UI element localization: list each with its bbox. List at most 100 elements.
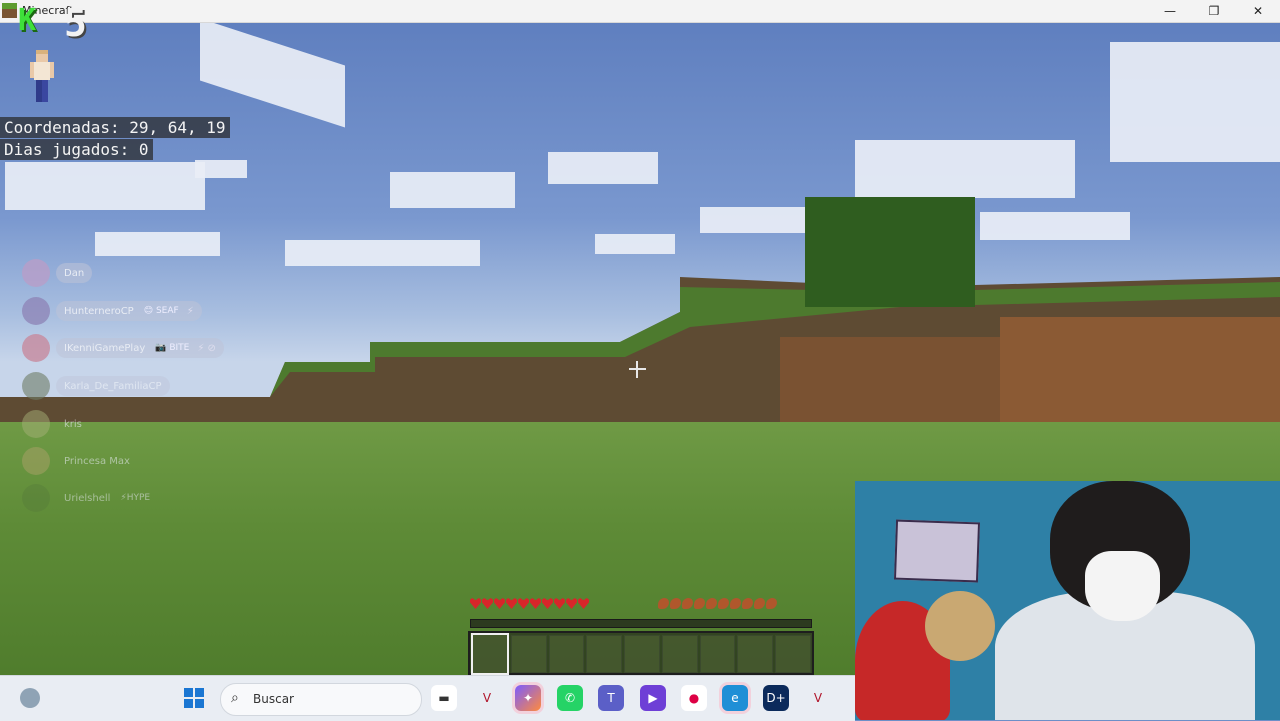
hotbar-slot[interactable] (471, 633, 509, 675)
cloud (95, 232, 220, 256)
minimize-button[interactable]: — (1148, 0, 1192, 22)
heart-icon (482, 598, 493, 609)
chat-member-row: Urielshell ⚡HYPE (22, 484, 158, 512)
cloud (390, 172, 515, 208)
days-played-readout: Dias jugados: 0 (0, 139, 153, 160)
chat-member-name: IKenniGamePlay (64, 342, 146, 354)
avatar (22, 484, 50, 512)
heart-icon (578, 598, 589, 609)
hunger-drumstick-icon (658, 598, 669, 609)
hunger-drumstick-icon (766, 598, 777, 609)
experience-bar (470, 619, 812, 628)
cloud (855, 140, 1075, 198)
chat-member-pill: Urielshell ⚡HYPE (56, 488, 158, 508)
valorant-icon[interactable]: V (474, 685, 500, 711)
cloud (980, 212, 1130, 240)
hunger-drumstick-icon (682, 598, 693, 609)
cloud (1110, 42, 1280, 162)
chat-member-pill: HunterneroCP 😊 SEAF ⚡ (56, 301, 202, 321)
chat-member-row: Dan (22, 259, 93, 287)
avatar (22, 334, 50, 362)
disney-plus-icon[interactable]: D+ (763, 685, 789, 711)
chat-member-name: Karla_De_FamiliaCP (56, 376, 170, 396)
webcam-overlay (855, 481, 1280, 720)
windows-start-icon[interactable] (184, 688, 204, 708)
avatar (22, 410, 50, 438)
hotbar-slot[interactable] (510, 635, 547, 673)
hotbar[interactable] (468, 631, 814, 675)
heart-icon (542, 598, 553, 609)
hunger-drumstick-icon (706, 598, 717, 609)
chat-member-row: HunterneroCP 😊 SEAF ⚡ (22, 297, 202, 325)
chat-member-name: Dan (56, 263, 93, 283)
stream-logo-number: 5 (64, 1, 87, 45)
clipchamp-icon[interactable]: ▶ (640, 685, 666, 711)
hotbar-slot[interactable] (586, 635, 623, 673)
hunger-drumstick-icon (694, 598, 705, 609)
anime-poster (893, 519, 981, 583)
cloud (595, 234, 675, 254)
heart-icon (470, 598, 481, 609)
hotbar-slot[interactable] (548, 635, 585, 673)
heart-icon (518, 598, 529, 609)
cloud (548, 152, 658, 184)
heart-icon (554, 598, 565, 609)
weather-widget-icon[interactable] (20, 688, 40, 708)
hotbar-slot[interactable] (661, 635, 698, 673)
avatar (22, 372, 50, 400)
file-explorer-icon[interactable]: ▬ (431, 685, 457, 711)
chat-member-pill: IKenniGamePlay 📷 BITE ⚡ ⊘ (56, 338, 224, 358)
window-titlebar: Minecraft — ❐ ✕ (0, 0, 1280, 23)
cloud (195, 160, 247, 178)
maximize-button[interactable]: ❐ (1192, 0, 1236, 22)
bolt-icon: ⚡ ⊘ (197, 342, 216, 354)
chat-member-name: kris (64, 418, 82, 430)
hotbar-slot[interactable] (737, 635, 774, 673)
stream-logo-letter: K (18, 3, 37, 38)
bolt-icon: ⚡ (186, 305, 194, 317)
avatar (22, 259, 50, 287)
search-placeholder: Buscar (253, 692, 294, 706)
paint-icon[interactable]: ● (681, 685, 707, 711)
teams-icon[interactable]: T (598, 685, 624, 711)
copilot-icon[interactable]: ✦ (515, 685, 541, 711)
hunger-drumstick-icon (670, 598, 681, 609)
avatar (22, 447, 50, 475)
cloud (5, 162, 205, 210)
chat-badge: 😊 SEAF (143, 306, 179, 316)
edge-icon[interactable]: e (722, 685, 748, 711)
hotbar-slot[interactable] (699, 635, 736, 673)
whatsapp-icon[interactable]: ✆ (557, 685, 583, 711)
hotbar-slot[interactable] (775, 635, 812, 673)
heart-icon (494, 598, 505, 609)
hunger-drumstick-icon (718, 598, 729, 609)
cloud (285, 240, 480, 266)
teddy-bear-plush (925, 591, 995, 661)
chat-member-row: Princesa Max (22, 447, 138, 475)
cloud (200, 22, 345, 128)
hunger-drumstick-icon (730, 598, 741, 609)
hotbar-slot[interactable] (624, 635, 660, 673)
face-mask (1085, 551, 1160, 621)
crosshair-icon (629, 361, 646, 378)
close-button[interactable]: ✕ (1236, 0, 1280, 22)
minecraft-app-icon (2, 3, 17, 18)
player-skin-avatar (30, 50, 54, 102)
chat-member-row: kris (22, 410, 90, 438)
oak-tree (805, 197, 975, 307)
hunger-drumstick-icon (742, 598, 753, 609)
taskbar: ⌕ Buscar ▬ V ✦ ✆ T ▶ ● e D+ V (0, 675, 855, 721)
chat-member-row: Karla_De_FamiliaCP (22, 372, 170, 400)
health-bar (470, 598, 590, 614)
taskbar-search[interactable]: ⌕ Buscar (220, 683, 422, 716)
coordinates-readout: Coordenadas: 29, 64, 19 (0, 117, 230, 138)
valorant-icon[interactable]: V (805, 685, 831, 711)
chat-member-name: Urielshell (64, 492, 111, 504)
heart-icon (506, 598, 517, 609)
avatar (22, 297, 50, 325)
hunger-bar (658, 598, 778, 614)
chat-member-row: IKenniGamePlay 📷 BITE ⚡ ⊘ (22, 334, 224, 362)
chat-member-name: HunterneroCP (64, 305, 134, 317)
search-icon: ⌕ (231, 690, 239, 706)
heart-icon (566, 598, 577, 609)
